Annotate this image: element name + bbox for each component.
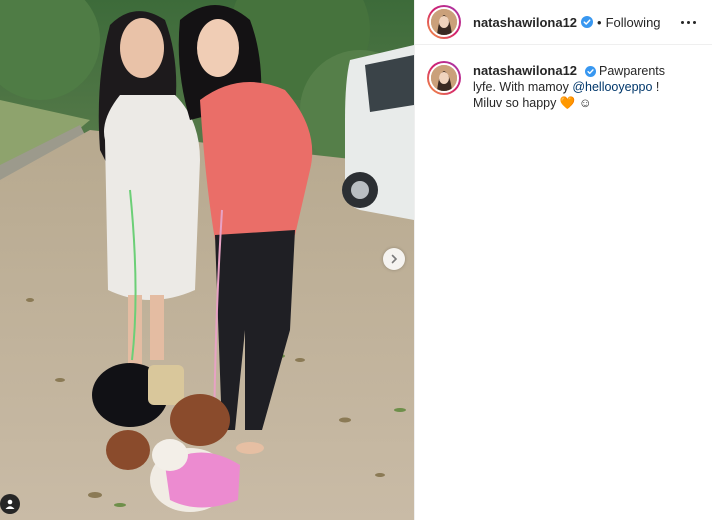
more-options-icon[interactable] [677,17,700,28]
author-username[interactable]: natashawilona12 [473,15,577,30]
post-caption: natashawilona12 Pawparents lyfe. With ma… [415,45,712,111]
user-tags-button[interactable] [0,494,20,514]
smile-emoji: ☺ [578,96,592,110]
mention-link[interactable]: @hellooyeppo [572,80,652,94]
photo-illustration [0,0,414,520]
caption-text: natashawilona12 Pawparents lyfe. With ma… [473,63,683,111]
post-header: natashawilona12 • Following [415,0,712,45]
separator-dot: • [597,14,602,30]
orange-heart-emoji: 🧡 [559,96,576,110]
caption-avatar[interactable] [427,61,461,95]
chevron-right-icon [391,254,398,264]
author-avatar[interactable] [427,5,461,39]
next-photo-button[interactable] [383,248,405,270]
caption-username[interactable]: natashawilona12 [473,63,577,78]
verified-badge-icon [584,66,596,77]
verified-badge-icon [581,16,594,28]
user-tag-icon [5,499,15,509]
post-side-panel: natashawilona12 • Following natashawilon… [414,0,712,520]
post-photo[interactable] [0,0,414,520]
following-button[interactable]: Following [606,15,661,30]
